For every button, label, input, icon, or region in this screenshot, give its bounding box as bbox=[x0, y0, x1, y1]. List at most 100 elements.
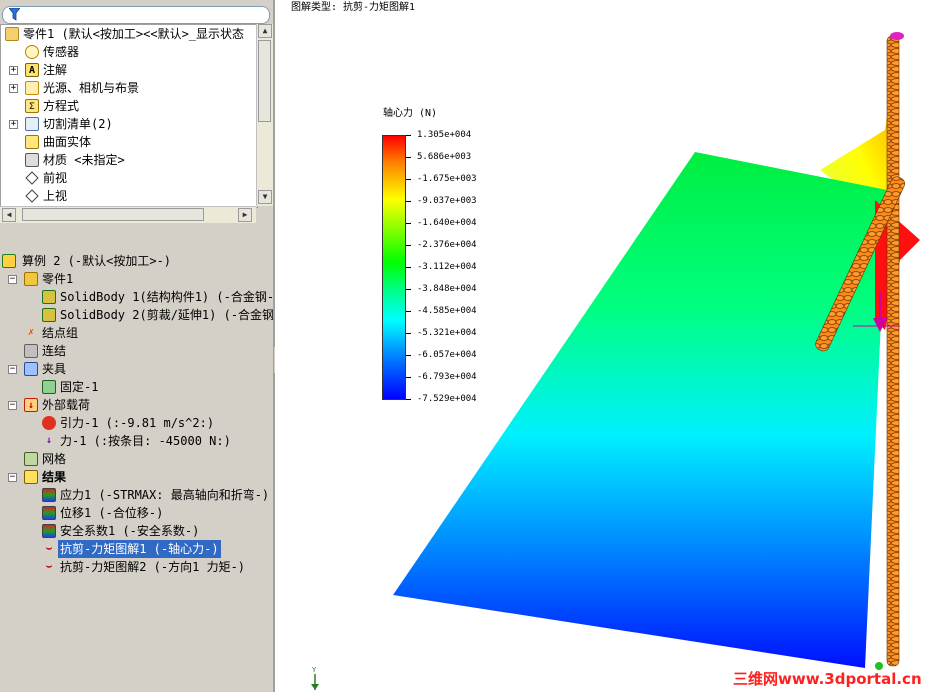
study-icon bbox=[2, 254, 16, 268]
gravity-icon bbox=[42, 416, 56, 430]
connections-icon bbox=[24, 344, 38, 358]
legend-value-label: 5.686e+003 bbox=[417, 152, 472, 162]
results-folder-icon bbox=[24, 470, 38, 484]
scroll-down-icon[interactable]: ▼ bbox=[258, 190, 272, 204]
tree-item-equations[interactable]: Σ 方程式 bbox=[1, 97, 257, 115]
lights-icon bbox=[25, 81, 39, 95]
legend-value-label: -3.848e+004 bbox=[417, 284, 477, 294]
study-item-label: SolidBody 2(剪裁/延伸1) (-合金钢 bbox=[60, 308, 273, 322]
collapse-icon[interactable]: − bbox=[8, 365, 17, 374]
cutlist-icon bbox=[25, 117, 39, 131]
feature-manager-panel: 零件1 (默认<按加工><<默认>_显示状态 传感器 + A 注解 + 光源、相… bbox=[0, 0, 273, 692]
tree-item-annotations[interactable]: + A 注解 bbox=[1, 61, 257, 79]
part-icon bbox=[24, 272, 38, 286]
study-item-label: 抗剪-力矩图解1 (-轴心力-) bbox=[58, 540, 221, 558]
tree-item-label: 传感器 bbox=[43, 45, 80, 59]
feature-tree-horizontal-scrollbar[interactable]: ◀ ▶ bbox=[0, 206, 256, 223]
force-arrow-icon: ↓ bbox=[45, 435, 53, 446]
expand-icon[interactable]: + bbox=[9, 120, 18, 129]
study-item-label: 夹具 bbox=[42, 362, 67, 376]
triad-y-label: Y bbox=[312, 666, 317, 674]
joint-group-icon: ✗ bbox=[27, 327, 35, 338]
study-item-label: 结点组 bbox=[42, 326, 79, 340]
legend-tick bbox=[406, 355, 411, 356]
legend-tick bbox=[406, 245, 411, 246]
simulation-study-tree: 算例 2 (-默认<按加工>-) − 零件1 SolidBody 1(结构构件1… bbox=[0, 252, 273, 692]
legend-tick bbox=[406, 223, 411, 224]
scroll-left-icon[interactable]: ◀ bbox=[2, 208, 16, 222]
legend-value-label: -1.675e+003 bbox=[417, 174, 477, 184]
study-item-label: 外部载荷 bbox=[42, 398, 91, 412]
axial-force-diagram-plate bbox=[393, 152, 887, 668]
tree-item-front-plane[interactable]: 前视 bbox=[1, 169, 257, 187]
study-item-label: 网格 bbox=[42, 452, 67, 466]
scroll-up-icon[interactable]: ▲ bbox=[258, 24, 272, 38]
solid-body-icon bbox=[42, 308, 56, 322]
collapse-icon[interactable]: − bbox=[8, 401, 17, 410]
study-item-label: 应力1 (-STRMAX: 最高轴向和折弯-) bbox=[60, 488, 270, 502]
tree-item-part[interactable]: 零件1 (默认<按加工><<默认>_显示状态 bbox=[1, 25, 257, 43]
fixtures-icon bbox=[24, 362, 38, 376]
legend-value-label: 1.305e+004 bbox=[417, 130, 472, 140]
feature-tree: 零件1 (默认<按加工><<默认>_显示状态 传感器 + A 注解 + 光源、相… bbox=[0, 24, 258, 208]
legend-value-label: -5.321e+004 bbox=[417, 328, 477, 338]
study-item-label: SolidBody 1(结构构件1) (-合金钢- bbox=[60, 290, 273, 304]
mesh-icon bbox=[24, 452, 38, 466]
tree-item-surface-bodies[interactable]: 曲面实体 bbox=[1, 133, 257, 151]
legend-tick bbox=[406, 311, 411, 312]
filter-icon bbox=[9, 8, 20, 21]
collapse-icon[interactable]: − bbox=[8, 473, 17, 482]
tree-item-label: 方程式 bbox=[43, 99, 80, 113]
tree-item-material[interactable]: 材质 <未指定> bbox=[1, 151, 257, 169]
equations-icon: Σ bbox=[25, 99, 39, 113]
legend-tick bbox=[406, 135, 411, 136]
legend-value-label: -1.640e+004 bbox=[417, 218, 477, 228]
scroll-right-icon[interactable]: ▶ bbox=[238, 208, 252, 222]
expand-icon[interactable]: + bbox=[9, 66, 18, 75]
study-item-label: 引力-1 (:-9.81 m/s^2:) bbox=[60, 416, 215, 430]
tree-item-top-plane[interactable]: 上视 bbox=[1, 187, 257, 205]
study-item-label: 零件1 bbox=[42, 272, 74, 286]
tree-filter-input[interactable] bbox=[2, 6, 270, 24]
solid-body-icon bbox=[42, 290, 56, 304]
plane-icon bbox=[25, 171, 39, 185]
tree-item-label: 材质 <未指定> bbox=[43, 153, 125, 167]
axial-force-diagram-upper bbox=[820, 42, 897, 200]
legend-value-label: -4.585e+004 bbox=[417, 306, 477, 316]
legend-tick bbox=[406, 377, 411, 378]
scroll-thumb[interactable] bbox=[258, 40, 271, 122]
study-item-label: 力-1 (:按条目: -45000 N:) bbox=[60, 434, 231, 448]
shear-moment-plot-icon: ⌣ bbox=[45, 561, 53, 572]
study-item-label: 连结 bbox=[42, 344, 67, 358]
collapse-icon[interactable]: − bbox=[8, 275, 17, 284]
tree-item-sensors[interactable]: 传感器 bbox=[1, 43, 257, 61]
plane-icon bbox=[25, 189, 39, 203]
displacement-plot-icon bbox=[42, 506, 56, 520]
fixed-geometry-icon bbox=[42, 380, 56, 394]
feature-tree-vertical-scrollbar[interactable]: ▲ ▼ bbox=[256, 24, 273, 206]
scroll-thumb[interactable] bbox=[22, 208, 204, 221]
legend-tick bbox=[406, 399, 411, 400]
legend-tick bbox=[406, 179, 411, 180]
tree-item-label: 上视 bbox=[43, 189, 68, 203]
legend-value-label: -6.057e+004 bbox=[417, 350, 477, 360]
study-item-label: 算例 2 (-默认<按加工>-) bbox=[22, 254, 172, 268]
tree-item-label: 零件1 (默认<按加工><<默认>_显示状态 bbox=[23, 27, 245, 41]
study-item-label: 结果 bbox=[42, 470, 67, 484]
external-loads-icon: ↓ bbox=[24, 398, 38, 412]
tree-item-label: 光源、相机与布景 bbox=[43, 81, 140, 95]
legend-tick bbox=[406, 201, 411, 202]
tree-item-label: 前视 bbox=[43, 171, 68, 185]
legend-tick bbox=[406, 333, 411, 334]
coordinate-triad-icon bbox=[311, 674, 319, 690]
safety-factor-plot-icon bbox=[42, 524, 56, 538]
study-item-label: 安全系数1 (-安全系数-) bbox=[60, 524, 200, 538]
legend-value-label: -2.376e+004 bbox=[417, 240, 477, 250]
tree-item-cutlist[interactable]: + 切割清单(2) bbox=[1, 115, 257, 133]
expand-icon[interactable]: + bbox=[9, 84, 18, 93]
tree-item-lights[interactable]: + 光源、相机与布景 bbox=[1, 79, 257, 97]
watermark: 三维网www.3dportal.cn bbox=[733, 670, 922, 688]
tree-item-label: 切割清单(2) bbox=[43, 117, 113, 131]
tree-item-label: 曲面实体 bbox=[43, 135, 92, 149]
graphics-area[interactable]: 图解类型: 抗剪-力矩图解1 Y 轴心力 (N) 1.305e+004 5.68… bbox=[275, 0, 947, 692]
